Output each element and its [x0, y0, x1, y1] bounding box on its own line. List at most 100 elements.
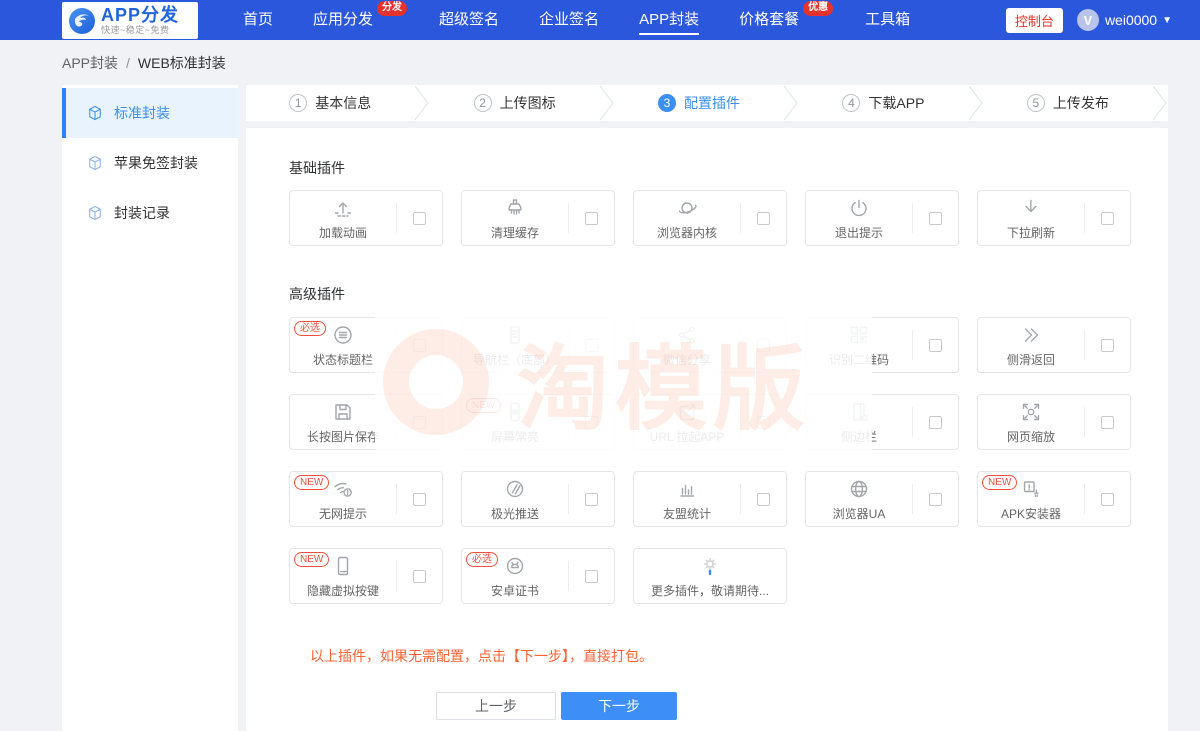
- plugin-label: 侧滑返回: [1006, 352, 1055, 367]
- plugin-label: 浏览器UA: [832, 506, 886, 521]
- plugin-card[interactable]: NEW 屏幕常亮: [461, 394, 615, 450]
- step: 1 基本信息: [246, 85, 414, 121]
- plugin-card[interactable]: 清理缓存: [461, 190, 615, 246]
- chevron-down-icon[interactable]: ▼: [1162, 15, 1172, 26]
- save-image-icon: [335, 403, 351, 420]
- plugin-card[interactable]: 网页缩放: [977, 394, 1131, 450]
- nav-item[interactable]: 超级签名: [439, 0, 499, 40]
- exit-tip-icon: [851, 199, 867, 216]
- clean-cache-icon: [508, 198, 522, 215]
- step: 4 下载APP: [799, 85, 967, 121]
- plugin-label: 长按图片保存: [306, 429, 379, 444]
- plugin-card[interactable]: 加载动画: [289, 190, 443, 246]
- plugin-checkbox[interactable]: [929, 211, 942, 225]
- plugin-card[interactable]: 长按图片保存: [289, 394, 443, 450]
- nav-item[interactable]: 应用分发 分发: [313, 0, 408, 40]
- step-number: 4: [842, 94, 861, 112]
- sidebar-item[interactable]: 苹果免签封装: [62, 138, 238, 188]
- username[interactable]: wei0000: [1105, 12, 1157, 28]
- sidebar-item[interactable]: 标准封装: [62, 88, 238, 138]
- prev-step-button[interactable]: 上一步: [436, 692, 556, 720]
- plugin-card[interactable]: 极光推送: [461, 471, 615, 527]
- plugin-card[interactable]: 更多插件，敬请期待...: [633, 548, 787, 604]
- logo-title: APP分发: [101, 5, 180, 25]
- plugin-checkbox[interactable]: [585, 211, 598, 225]
- plugin-checkbox[interactable]: [757, 492, 770, 506]
- plugin-card[interactable]: 浏览器内核: [633, 190, 787, 246]
- plugin-label: 清理缓存: [490, 225, 539, 240]
- promo-badge: 优惠: [803, 1, 834, 16]
- plugin-badge: NEW: [294, 552, 330, 567]
- plugin-card[interactable]: 浏览器UA: [805, 471, 959, 527]
- nav-item[interactable]: 企业签名: [539, 0, 599, 40]
- plugin-checkbox[interactable]: [757, 415, 770, 429]
- nav-item-label: 首页: [243, 11, 274, 28]
- breadcrumb-separator: /: [126, 54, 130, 71]
- promo-badge: 分发: [377, 1, 408, 16]
- qrcode-icon: [850, 326, 868, 343]
- no-network-icon: [334, 482, 352, 497]
- nav-item-label: 应用分发: [313, 11, 374, 28]
- apk-installer-icon: [1023, 480, 1039, 497]
- plugin-card[interactable]: 下拉刷新: [977, 190, 1131, 246]
- sidebar-item-label: 标准封装: [114, 105, 170, 121]
- plugin-card[interactable]: 侧边栏: [805, 394, 959, 450]
- plugin-checkbox[interactable]: [929, 338, 942, 352]
- nav-item[interactable]: 首页: [243, 0, 273, 40]
- console-button[interactable]: 控制台: [1005, 7, 1063, 33]
- page-zoom-icon: [1022, 403, 1040, 420]
- pull-refresh-icon: [1025, 199, 1037, 212]
- breadcrumb-current[interactable]: WEB标准封装: [138, 53, 226, 73]
- plugin-label: 导航栏（底部）: [472, 352, 557, 367]
- next-step-button[interactable]: 下一步: [561, 692, 677, 720]
- nav-item[interactable]: APP封装: [639, 0, 700, 40]
- plugin-card[interactable]: NEW 隐藏虚拟按键: [289, 548, 443, 604]
- step: 3 配置插件: [615, 85, 783, 121]
- plugin-card[interactable]: 友盟统计: [633, 471, 787, 527]
- logo[interactable]: APP分发 快速~稳定~免费: [62, 2, 198, 39]
- plugin-checkbox[interactable]: [757, 338, 770, 352]
- step: 2 上传图标: [430, 85, 598, 121]
- plugin-checkbox[interactable]: [585, 569, 598, 583]
- plugin-card[interactable]: 必选 状态标题栏: [289, 317, 443, 373]
- sidebar-item[interactable]: 封装记录: [62, 188, 238, 238]
- plugin-checkbox[interactable]: [929, 415, 942, 429]
- breadcrumb-parent[interactable]: APP封装: [62, 53, 118, 73]
- plugin-badge: 必选: [294, 321, 326, 336]
- plugin-checkbox[interactable]: [1101, 415, 1114, 429]
- plugin-checkbox[interactable]: [413, 211, 426, 225]
- plugin-checkbox[interactable]: [413, 415, 426, 429]
- plugin-checkbox[interactable]: [585, 492, 598, 506]
- sidebar-item-label: 封装记录: [114, 205, 170, 221]
- plugin-checkbox[interactable]: [585, 415, 598, 429]
- browser-ua-icon: [850, 480, 868, 497]
- plugin-checkbox[interactable]: [413, 569, 426, 583]
- plugin-card[interactable]: NEW 无网提示: [289, 471, 443, 527]
- plugin-checkbox[interactable]: [1101, 338, 1114, 352]
- nav-item-label: APP封装: [639, 11, 700, 28]
- plugin-checkbox[interactable]: [757, 211, 770, 225]
- status-titlebar-icon: [334, 325, 352, 344]
- plugin-card[interactable]: 导航栏（底部）: [461, 317, 615, 373]
- package-icon: [89, 205, 101, 221]
- logo-icon: [69, 7, 95, 34]
- plugin-card[interactable]: 退出提示: [805, 190, 959, 246]
- plugin-checkbox[interactable]: [585, 338, 598, 352]
- plugin-label: 更多插件，敬请期待...: [650, 583, 769, 598]
- step-number: 5: [1026, 94, 1045, 112]
- plugin-card[interactable]: URL 拉起APP: [633, 394, 787, 450]
- plugin-checkbox[interactable]: [1101, 211, 1114, 225]
- plugin-card[interactable]: 必选 安卓证书: [461, 548, 615, 604]
- plugin-checkbox[interactable]: [929, 492, 942, 506]
- plugin-card[interactable]: NEW APK安装器: [977, 471, 1131, 527]
- plugin-section: 基础插件 加载动画 清理缓存 浏览器内核 退出提示 下拉刷新: [289, 158, 1168, 246]
- nav-item[interactable]: 工具箱: [865, 0, 910, 40]
- plugin-checkbox[interactable]: [413, 492, 426, 506]
- plugin-card[interactable]: 微信分享: [633, 317, 787, 373]
- nav-item[interactable]: 价格套餐 优惠: [739, 0, 834, 40]
- plugin-card[interactable]: 侧滑返回: [977, 317, 1131, 373]
- plugin-card[interactable]: 识别二维码: [805, 317, 959, 373]
- avatar[interactable]: V: [1076, 9, 1099, 31]
- plugin-checkbox[interactable]: [1101, 492, 1114, 506]
- plugin-checkbox[interactable]: [413, 338, 426, 352]
